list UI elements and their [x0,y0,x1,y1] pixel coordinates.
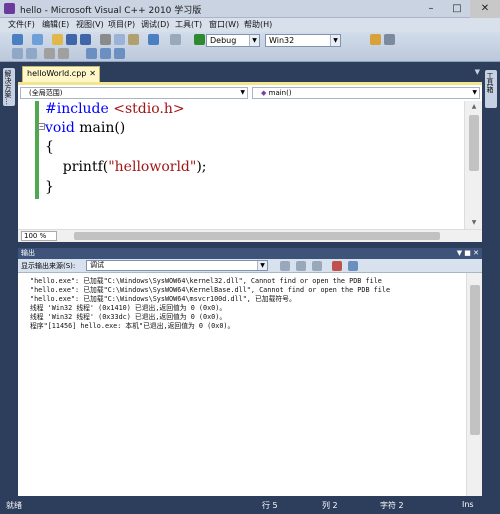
horizontal-scroll-thumb[interactable] [74,232,440,240]
word-wrap-icon[interactable] [348,261,358,271]
minimize-button[interactable]: – [418,0,444,18]
copy-icon[interactable] [114,34,125,45]
scroll-down-icon[interactable]: ▼ [465,217,483,229]
code-line-2: void main() [45,120,126,136]
status-column: 列 2 [322,501,338,510]
output-vertical-scrollbar[interactable] [466,273,482,496]
collapse-icon[interactable]: − [38,123,45,130]
next-message-icon[interactable] [312,261,322,271]
platform-select[interactable]: Win32 ▼ [265,34,341,47]
close-icon[interactable]: ✕ [89,67,96,81]
indent-icon[interactable] [12,48,23,59]
code-line-1: #include <stdio.h> [45,101,185,117]
find-icon[interactable] [370,34,381,45]
output-title: 输出 [21,249,35,257]
chevron-down-icon: ▼ [472,89,477,96]
close-button[interactable]: ✕ [470,0,500,18]
status-line: 行 5 [262,501,278,510]
bookmark-icon[interactable] [86,48,97,59]
output-source-select[interactable]: 调试 ▼ [86,260,268,271]
menu-view[interactable]: 视图(V) [76,19,104,30]
options-icon[interactable] [384,34,395,45]
scroll-thumb[interactable] [470,285,480,435]
undo-icon[interactable] [148,34,159,45]
prev-message-icon[interactable] [296,261,306,271]
outdent-icon[interactable] [26,48,37,59]
output-toolbar: 显示输出来源(S): 调试 ▼ [18,259,482,273]
chevron-down-icon: ▼ [330,35,340,46]
open-icon[interactable] [52,34,63,45]
function-icon: ◆ [261,89,267,97]
output-text[interactable]: "hello.exe": 已加载"C:\Windows\SysWOW64\ker… [18,273,482,496]
status-insert-mode: Ins [462,500,474,509]
code-line-5: } [45,179,54,195]
clear-all-icon[interactable] [332,261,342,271]
start-debug-icon[interactable] [194,34,205,45]
menu-project[interactable]: 项目(P) [108,19,135,30]
config-select[interactable]: Debug ▼ [206,34,260,47]
uncomment-icon[interactable] [58,48,69,59]
app-icon [4,3,15,14]
prev-bookmark-icon[interactable] [100,48,111,59]
output-panel-header: 输出 ▼ ■ ✕ [18,248,482,259]
menu-edit[interactable]: 编辑(E) [42,19,69,30]
paste-icon[interactable] [128,34,139,45]
find-message-icon[interactable] [280,261,290,271]
tab-helloworld-cpp[interactable]: helloWorld.cpp ✕ [22,66,100,82]
add-item-icon[interactable] [32,34,43,45]
toolbar: Debug ▼ Win32 ▼ [0,32,500,62]
tab-dropdown-icon[interactable]: ▼ [475,68,480,76]
title-bar: hello - Microsoft Visual C++ 2010 学习版 – … [0,0,500,18]
platform-value: Win32 [269,36,295,45]
chevron-down-icon: ▼ [240,89,245,96]
zoom-select[interactable]: 100 % [21,231,57,241]
code-line-4: printf("helloworld"); [45,159,207,175]
editor-bottom-bar: 100 % [18,229,482,242]
save-icon[interactable] [66,34,77,45]
status-bar: 就绪 行 5 列 2 字符 2 Ins [0,496,500,514]
menu-help[interactable]: 帮助(H) [244,19,272,30]
output-line: 程序"[11456] hello.exe: 本机"已退出,返回值为 0 (0x0… [30,322,235,330]
panel-controls[interactable]: ▼ ■ ✕ [457,248,479,259]
chevron-down-icon: ▼ [257,261,267,270]
window-title: hello - Microsoft Visual C++ 2010 学习版 [20,6,202,16]
toolbox-tab[interactable]: 工具箱 [485,70,497,108]
comment-icon[interactable] [44,48,55,59]
menu-file[interactable]: 文件(F) [8,19,35,30]
right-tool-strip: 工具箱 [482,62,500,496]
code-line-3: { [45,139,54,155]
code-area[interactable]: #include <stdio.h> − void main() { print… [18,101,464,229]
editor-vertical-scrollbar[interactable]: ▲ ▼ [464,101,482,229]
member-select[interactable]: ◆ main() ▼ [252,87,480,99]
tab-label: helloWorld.cpp [27,69,87,78]
scope-select[interactable]: (全局范围) ▼ [20,87,248,99]
left-tool-strip: 解决方案… [0,62,18,496]
scroll-up-icon[interactable]: ▲ [465,101,483,113]
next-bookmark-icon[interactable] [114,48,125,59]
status-ready: 就绪 [6,501,22,510]
menu-window[interactable]: 窗口(W) [209,19,239,30]
status-char: 字符 2 [380,501,404,510]
menu-debug[interactable]: 调试(D) [141,19,169,30]
menu-bar: 文件(F) 编辑(E) 视图(V) 项目(P) 调试(D) 工具(T) 窗口(W… [0,18,500,32]
document-tabs: helloWorld.cpp ✕ ▼ [18,62,482,82]
menu-tools[interactable]: 工具(T) [175,19,202,30]
output-source-label: 显示输出来源(S): [21,262,76,270]
scroll-thumb[interactable] [469,115,479,171]
config-value: Debug [210,36,237,45]
chevron-down-icon: ▼ [249,35,259,46]
code-editor[interactable]: (全局范围) ▼ ◆ main() ▼ #include <stdio.h> −… [18,82,482,242]
cut-icon[interactable] [100,34,111,45]
maximize-button[interactable]: □ [444,0,470,18]
solution-explorer-tab[interactable]: 解决方案… [3,68,15,106]
new-project-icon[interactable] [12,34,23,45]
save-all-icon[interactable] [80,34,91,45]
change-marker-gutter [35,101,39,199]
redo-icon[interactable] [170,34,181,45]
